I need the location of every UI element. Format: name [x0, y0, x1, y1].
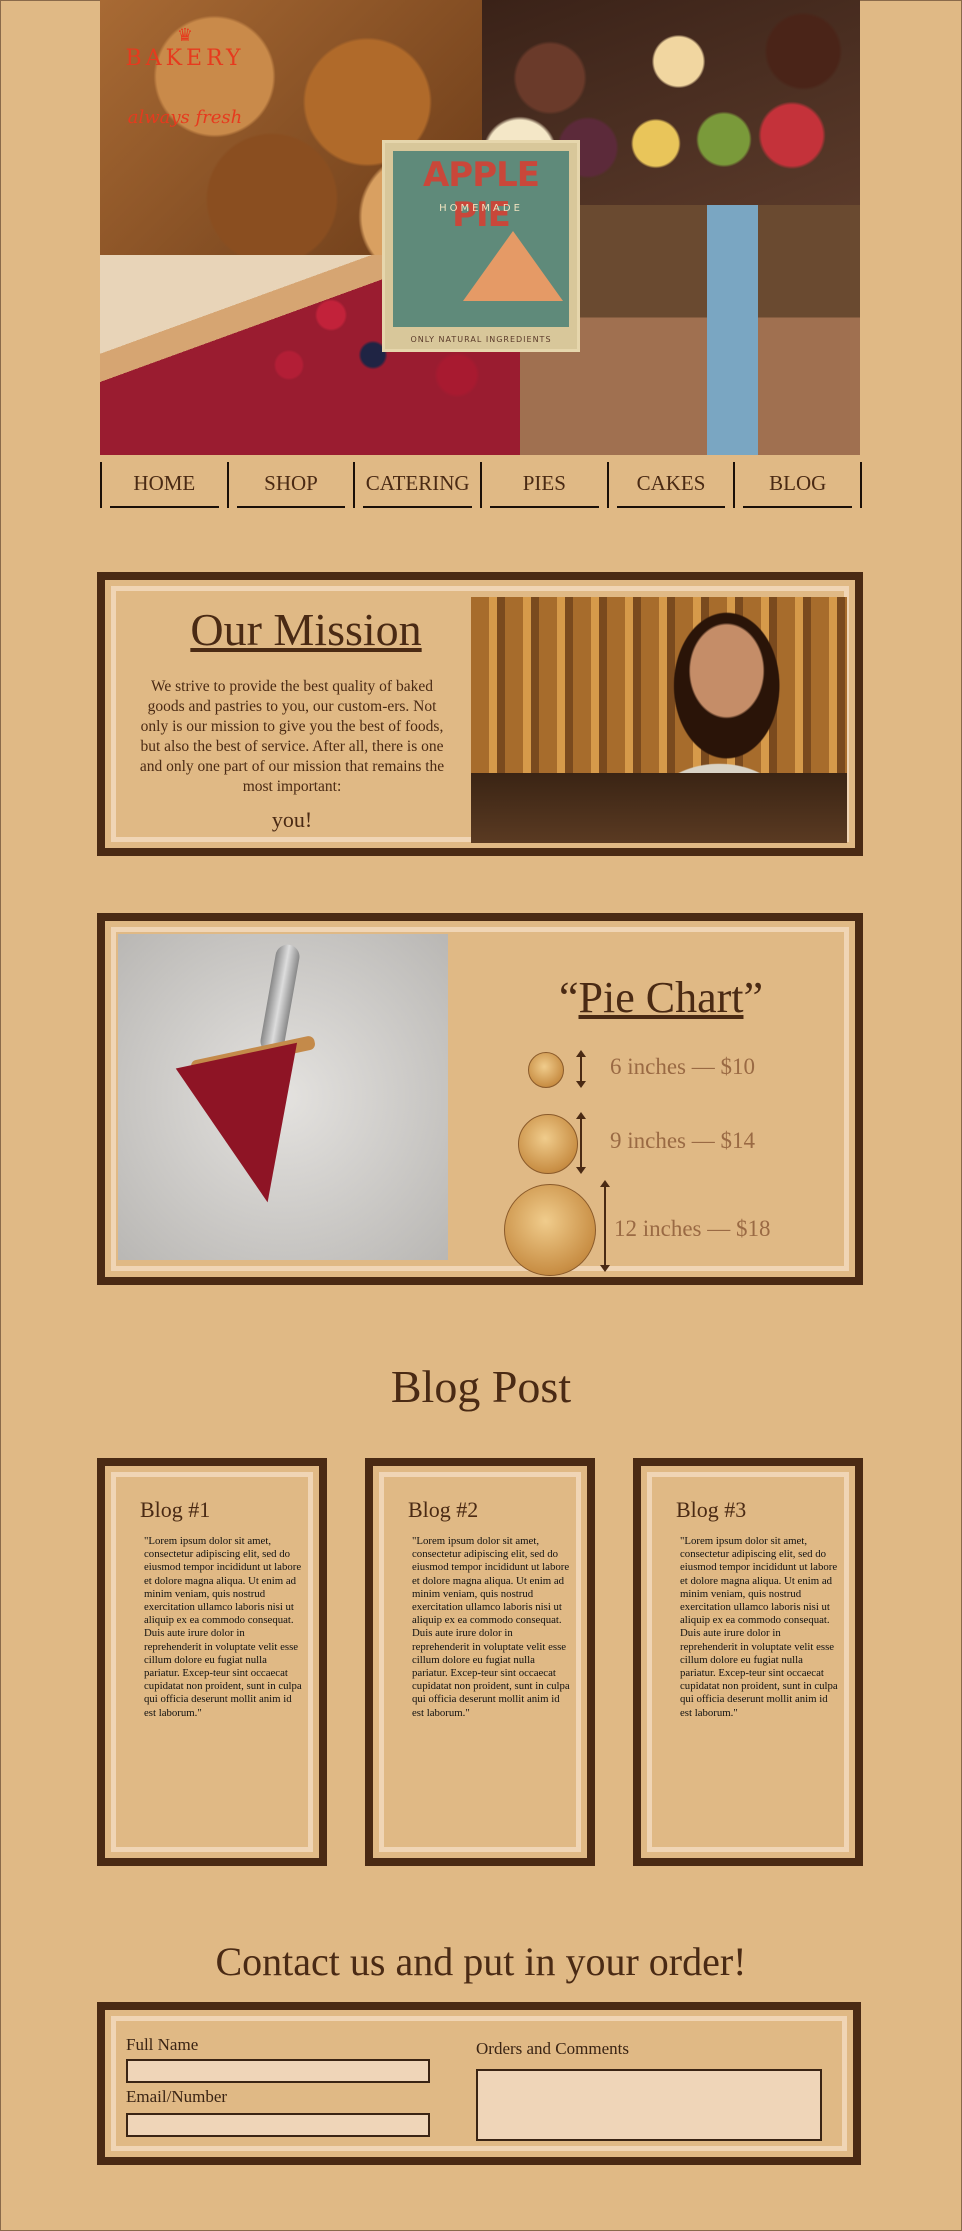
mission-section: Our Mission We strive to provide the bes…: [97, 572, 863, 856]
hero-collage: ♛ BAKERY always fresh APPLE PIE HOMEMADE…: [100, 0, 860, 455]
poster-footer: ONLY NATURAL INGREDIENTS: [410, 335, 552, 344]
orders-comments-input[interactable]: [478, 2071, 820, 2139]
contact-heading: Contact us and put in your order!: [215, 1939, 747, 1984]
main-nav: HOME SHOP CATERING PIES CAKES BLOG: [100, 462, 863, 508]
nav-catering[interactable]: CATERING: [353, 462, 480, 508]
size-arrow-medium: [576, 1112, 586, 1174]
blog-body: "Lorem ipsum dolor sit amet, consectetur…: [144, 1535, 302, 1719]
badge-name: BAKERY: [125, 46, 245, 71]
pie-slice-photo: [118, 934, 448, 1260]
pie-chart-section: “Pie Chart” 6 inches — $10 9 inches — $1…: [97, 913, 863, 1285]
pie-icon-small: [528, 1052, 564, 1088]
nav-home[interactable]: HOME: [100, 462, 227, 508]
crown-icon: ♛: [176, 25, 194, 46]
size-label-small: 6 inches — $10: [610, 1054, 756, 1079]
pie-chart-title: “Pie Chart”: [446, 972, 876, 1023]
nav-blog[interactable]: BLOG: [733, 462, 863, 508]
blog-card-1[interactable]: Blog #1 "Lorem ipsum dolor sit amet, con…: [97, 1458, 327, 1866]
size-arrow-large: [600, 1180, 610, 1272]
full-name-input[interactable]: [128, 2061, 428, 2081]
blog-body: "Lorem ipsum dolor sit amet, consectetur…: [680, 1535, 838, 1719]
poster-subtitle: HOMEMADE: [439, 203, 523, 214]
full-name-field[interactable]: [126, 2059, 430, 2083]
baker-photo: [471, 597, 847, 843]
nav-shop[interactable]: SHOP: [226, 462, 354, 508]
blog-card-3[interactable]: Blog #3 "Lorem ipsum dolor sit amet, con…: [633, 1458, 863, 1866]
orders-comments-field[interactable]: [476, 2069, 822, 2141]
orders-comments-label: Orders and Comments: [476, 2039, 629, 2058]
blog-heading: Blog Post: [390, 1361, 572, 1412]
nav-cakes[interactable]: CAKES: [606, 462, 734, 508]
size-label-large: 12 inches — $18: [614, 1216, 771, 1241]
title-close-quote: ”: [743, 973, 764, 1022]
mission-title: Our Mission: [190, 604, 422, 655]
email-number-input[interactable]: [128, 2115, 428, 2135]
size-row-medium: 9 inches — $14: [486, 1098, 846, 1178]
pie-icon-large: [504, 1184, 596, 1276]
bakery-badge-logo: ♛ BAKERY always fresh: [120, 25, 250, 145]
title-word: Pie Chart: [578, 973, 744, 1022]
nav-pies[interactable]: PIES: [480, 462, 607, 508]
poster-title: APPLE PIE: [422, 155, 540, 235]
mission-emphasis: you!: [271, 807, 313, 832]
size-arrow-small: [576, 1050, 586, 1088]
pie-slice-icon: [463, 231, 563, 301]
blog-title[interactable]: Blog #3: [676, 1497, 746, 1523]
badge-tagline: always fresh: [127, 107, 243, 128]
title-open-quote: “: [558, 973, 579, 1022]
blog-card-2[interactable]: Blog #2 "Lorem ipsum dolor sit amet, con…: [365, 1458, 595, 1866]
apple-pie-poster: APPLE PIE HOMEMADE ONLY NATURAL INGREDIE…: [382, 140, 580, 352]
cherry-slice: [175, 1042, 329, 1216]
pie-icon-medium: [518, 1114, 578, 1174]
order-form: Full Name Email/Number Orders and Commen…: [97, 2002, 861, 2165]
mission-body: We strive to provide the best quality of…: [139, 678, 445, 795]
blog-title[interactable]: Blog #2: [408, 1497, 478, 1523]
size-row-large: 12 inches — $18: [486, 1178, 846, 1278]
blog-body: "Lorem ipsum dolor sit amet, consectetur…: [412, 1535, 570, 1719]
size-label-medium: 9 inches — $14: [610, 1128, 756, 1153]
full-name-label: Full Name: [126, 2035, 199, 2054]
email-number-label: Email/Number: [126, 2087, 228, 2106]
blog-title[interactable]: Blog #1: [140, 1497, 210, 1523]
email-number-field[interactable]: [126, 2113, 430, 2137]
